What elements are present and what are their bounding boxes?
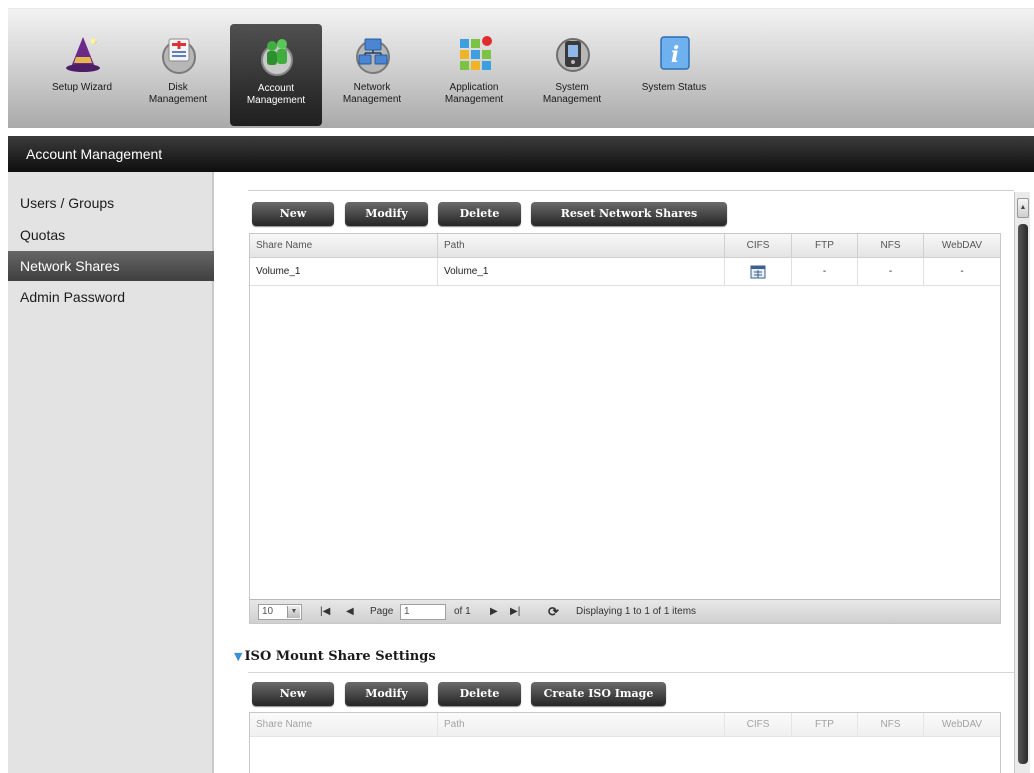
cell-ftp: - bbox=[792, 258, 858, 286]
iso-section-title[interactable]: ▼ ISO Mount Share Settings bbox=[234, 649, 436, 664]
next-page-icon[interactable]: ▶ bbox=[490, 604, 498, 620]
iso-section-label: ISO Mount Share Settings bbox=[244, 649, 436, 664]
disk-gear-icon bbox=[162, 38, 196, 74]
page-label: Page bbox=[370, 606, 394, 617]
application-grid-icon bbox=[460, 36, 492, 70]
toolbar-label: System Status bbox=[641, 82, 707, 93]
toolbar-disk-management[interactable]: Disk Management bbox=[132, 23, 224, 123]
modify-share-button[interactable]: Modify bbox=[345, 202, 428, 226]
cifs-icon[interactable] bbox=[750, 264, 766, 280]
iso-shares-grid: Share Name Path CIFS FTP NFS WebDAV bbox=[249, 712, 1001, 773]
sidebar: Users / Groups Quotas Network Shares Adm… bbox=[8, 172, 214, 773]
pagination-bar: 10 ▼ |◀ ◀ Page 1 of 1 ▶ ▶| ⟳ Displaying … bbox=[250, 599, 1000, 623]
collapse-triangle-icon: ▼ bbox=[234, 650, 243, 663]
toolbar-label: Application Management bbox=[444, 82, 504, 105]
column-nfs[interactable]: NFS bbox=[858, 713, 924, 737]
grid-header: Share Name Path CIFS FTP NFS WebDAV bbox=[250, 713, 1000, 737]
grid-header: Share Name Path CIFS FTP NFS WebDAV bbox=[250, 234, 1000, 258]
new-share-button[interactable]: New bbox=[252, 202, 334, 226]
toolbar-label: Account Management bbox=[246, 83, 306, 106]
new-iso-share-button[interactable]: New bbox=[252, 682, 334, 706]
divider bbox=[248, 190, 1014, 191]
cell-share-name: Volume_1 bbox=[250, 258, 438, 286]
page-count-label: of 1 bbox=[454, 606, 471, 617]
table-row[interactable]: Volume_1 Volume_1 - - - bbox=[250, 258, 1000, 286]
sidebar-item-users-groups[interactable]: Users / Groups bbox=[8, 188, 214, 218]
section-header: Account Management bbox=[8, 136, 1034, 172]
last-page-icon[interactable]: ▶| bbox=[510, 604, 520, 620]
cell-nfs: - bbox=[858, 258, 924, 286]
vertical-scrollbar[interactable]: ▲ bbox=[1014, 192, 1030, 773]
first-page-icon[interactable]: |◀ bbox=[320, 604, 330, 620]
toolbar-setup-wizard[interactable]: Setup Wizard bbox=[36, 23, 128, 123]
toolbar-system-status[interactable]: i System Status bbox=[628, 23, 720, 123]
delete-share-button[interactable]: Delete bbox=[438, 202, 521, 226]
svg-text:i: i bbox=[671, 42, 679, 68]
cell-cifs bbox=[725, 258, 792, 286]
users-gear-icon bbox=[261, 39, 293, 76]
sidebar-item-admin-password[interactable]: Admin Password bbox=[8, 282, 214, 312]
system-gear-icon bbox=[556, 38, 590, 72]
page-size-select[interactable]: 10 ▼ bbox=[258, 604, 302, 620]
delete-iso-share-button[interactable]: Delete bbox=[438, 682, 521, 706]
network-shares-grid: Share Name Path CIFS FTP NFS WebDAV Volu… bbox=[249, 233, 1001, 624]
cell-path: Volume_1 bbox=[438, 258, 725, 286]
toolbar-label: Setup Wizard bbox=[51, 82, 113, 93]
toolbar-network-management[interactable]: Network Management bbox=[326, 23, 418, 123]
pagination-status: Displaying 1 to 1 of 1 items bbox=[576, 606, 697, 617]
column-share-name[interactable]: Share Name bbox=[250, 713, 438, 737]
refresh-icon[interactable]: ⟳ bbox=[548, 604, 559, 620]
reset-network-shares-button[interactable]: Reset Network Shares bbox=[531, 202, 727, 226]
previous-page-icon[interactable]: ◀ bbox=[346, 604, 354, 620]
sidebar-item-network-shares[interactable]: Network Shares bbox=[8, 251, 214, 281]
page-size-value: 10 bbox=[262, 606, 274, 617]
column-cifs[interactable]: CIFS bbox=[725, 713, 792, 737]
toolbar-label: Disk Management bbox=[148, 82, 208, 105]
modify-iso-share-button[interactable]: Modify bbox=[345, 682, 428, 706]
divider bbox=[248, 672, 1014, 673]
toolbar-application-management[interactable]: Application Management bbox=[428, 23, 520, 123]
toolbar-account-management[interactable]: Account Management bbox=[230, 24, 322, 126]
page-number-input[interactable]: 1 bbox=[400, 604, 446, 620]
scroll-up-icon[interactable]: ▲ bbox=[1017, 198, 1029, 218]
column-cifs[interactable]: CIFS bbox=[725, 234, 792, 258]
network-gear-icon bbox=[356, 38, 390, 74]
scrollbar-thumb[interactable] bbox=[1018, 224, 1028, 764]
wizard-hat-icon bbox=[66, 37, 100, 72]
toolbar-system-management[interactable]: System Management bbox=[526, 23, 618, 123]
column-path[interactable]: Path bbox=[438, 234, 725, 258]
toolbar-label: System Management bbox=[542, 82, 602, 105]
column-nfs[interactable]: NFS bbox=[858, 234, 924, 258]
column-ftp[interactable]: FTP bbox=[792, 713, 858, 737]
toolbar-label: Network Management bbox=[342, 82, 402, 105]
column-webdav[interactable]: WebDAV bbox=[924, 234, 1000, 258]
sidebar-item-quotas[interactable]: Quotas bbox=[8, 220, 214, 250]
chevron-down-icon: ▼ bbox=[287, 606, 300, 618]
info-icon: i bbox=[660, 36, 690, 70]
column-webdav[interactable]: WebDAV bbox=[924, 713, 1000, 737]
column-share-name[interactable]: Share Name bbox=[250, 234, 438, 258]
column-ftp[interactable]: FTP bbox=[792, 234, 858, 258]
main-toolbar: Setup Wizard Disk Management Account Man… bbox=[8, 8, 1034, 128]
cell-webdav: - bbox=[960, 266, 964, 277]
column-path[interactable]: Path bbox=[438, 713, 725, 737]
create-iso-image-button[interactable]: Create ISO Image bbox=[531, 682, 666, 706]
